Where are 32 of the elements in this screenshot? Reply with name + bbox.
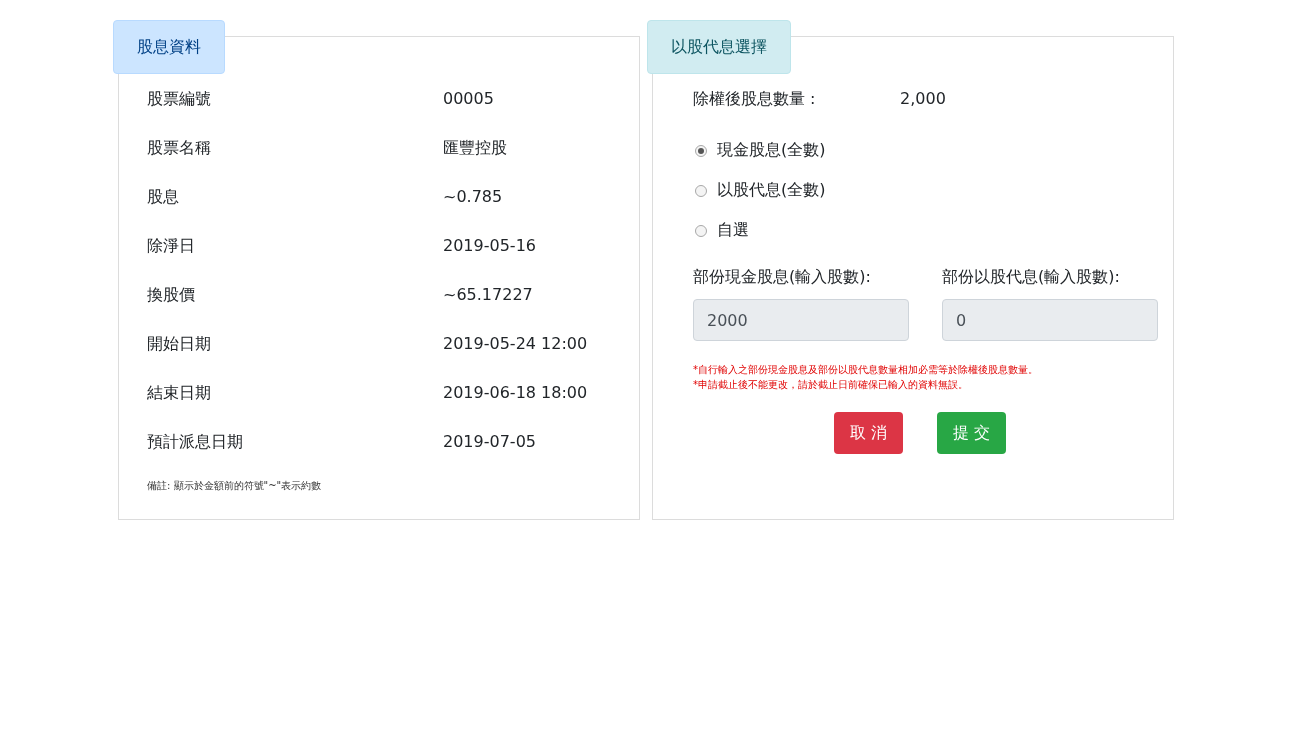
- field-value: 2019-07-05: [443, 432, 536, 451]
- footnote: 備註: 顯示於金額前的符號"~"表示約數: [147, 479, 323, 493]
- warning-note: *自行輸入之部份現金股息及部份以股代息數量相加必需等於除權後股息數量。: [693, 363, 1039, 377]
- warning-note: *申請截止後不能更改，請於截止日前確保已輸入的資料無誤。: [693, 378, 969, 392]
- field-label: 換股價: [147, 285, 196, 306]
- field-value: 00005: [443, 89, 494, 108]
- field-value: ~0.785: [443, 187, 503, 206]
- field-value: 匯豐控股: [443, 138, 507, 159]
- panel-legend: 股息資料: [113, 20, 225, 74]
- radio-option[interactable]: 以股代息(全數): [693, 180, 1157, 201]
- total-value: 2,000: [900, 89, 946, 110]
- radio-option[interactable]: 自選: [693, 220, 1157, 241]
- field-label: 股息: [147, 187, 180, 208]
- total-label: 除權後股息數量 :: [693, 89, 817, 110]
- field-value: ~65.17227: [443, 285, 533, 304]
- field-label: 部份以股代息(輸入股數):: [942, 267, 1121, 288]
- field-label: 開始日期: [147, 334, 212, 355]
- field-value: 2019-06-18 18:00: [443, 383, 588, 402]
- radio-button[interactable]: [695, 144, 707, 157]
- field-label: 股票名稱: [147, 138, 212, 159]
- field-label: 結束日期: [147, 383, 212, 404]
- panel-legend: 以股代息選擇: [647, 20, 791, 74]
- field-label: 除淨日: [147, 236, 196, 257]
- radio-option[interactable]: 現金股息(全數): [693, 140, 1157, 161]
- field-label: 股票編號: [147, 89, 212, 110]
- radio-button[interactable]: [695, 224, 707, 237]
- field-label: 預計派息日期: [147, 432, 244, 453]
- cancel-button[interactable]: 取 消: [833, 412, 903, 454]
- field-value: 2019-05-16: [443, 236, 536, 255]
- field-label: 部份現金股息(輸入股數):: [693, 267, 872, 288]
- radio-button[interactable]: [695, 184, 707, 197]
- field-value: 2019-05-24 12:00: [443, 334, 588, 353]
